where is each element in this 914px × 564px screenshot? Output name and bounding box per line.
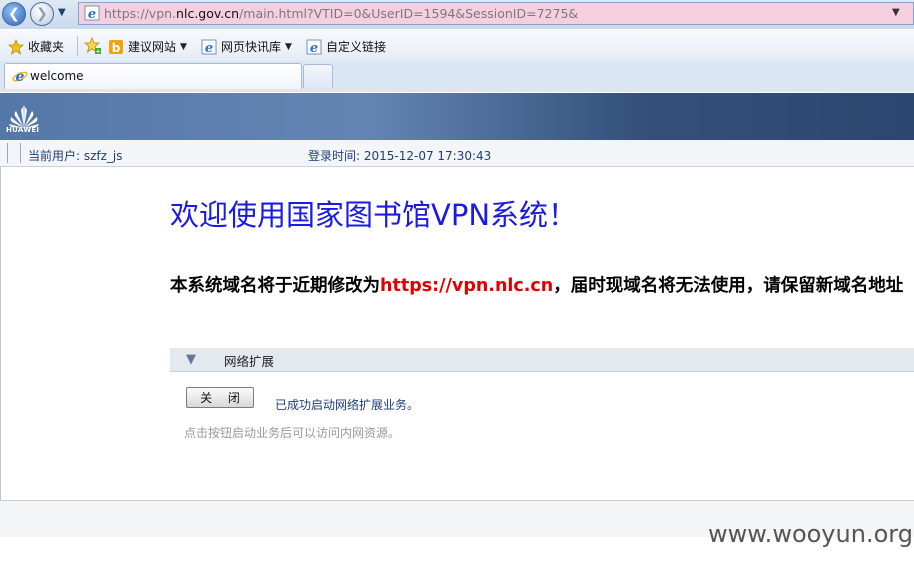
notice-text-end: ，届时现域名将无法使用，请保留新域名地址 <box>553 276 904 296</box>
add-favorite-icon[interactable]: + <box>84 37 102 55</box>
ie-page-icon: e <box>84 5 100 21</box>
ie-page-icon: e <box>306 39 322 55</box>
url-text[interactable]: https://vpn.nlc.gov.cn/main.html?VTID=0&… <box>104 6 578 21</box>
toolbar-divider <box>77 36 78 56</box>
forward-arrow-icon: ❯ <box>36 6 48 22</box>
content-border <box>0 167 1 537</box>
network-extension-header[interactable] <box>170 348 914 372</box>
fav-item-suggested-sites[interactable]: b 建议网站 ▼ <box>108 38 187 55</box>
new-tab-button[interactable] <box>303 64 333 88</box>
svg-text:e: e <box>310 41 318 55</box>
status-message: 已成功启动网络扩展业务。 <box>275 398 420 412</box>
current-user: 当前用户: szfz_js <box>28 149 123 163</box>
back-arrow-icon: ❮ <box>8 6 20 22</box>
fav-item-label: 网页快讯库 <box>221 40 282 54</box>
watermark-text: www.wooyun.org <box>708 520 913 548</box>
divider <box>7 143 8 163</box>
new-domain-text: https://vpn.nlc.cn <box>380 276 554 296</box>
hint-text: 点击按钮启动业务后可以访问内网资源。 <box>184 426 401 440</box>
svg-text:+: + <box>95 48 101 56</box>
chevron-down-icon: ▼ <box>180 41 187 52</box>
notice-text: 本系统域名将于近期修改为 <box>170 276 380 296</box>
divider <box>20 143 21 163</box>
fav-item-web-slice-gallery[interactable]: e 网页快讯库 ▼ <box>201 38 292 55</box>
svg-text:b: b <box>112 41 121 55</box>
ie-page-icon: e <box>201 39 217 55</box>
forward-button[interactable]: ❯ <box>30 2 54 26</box>
svg-text:e: e <box>16 69 25 84</box>
bing-icon: b <box>109 39 123 55</box>
favorites-label: 收藏夹 <box>28 40 65 54</box>
url-path: /main.html?VTID=0&UserID=1594&SessionID=… <box>239 6 579 21</box>
url-prefix: https://vpn. <box>104 6 177 21</box>
fav-item-custom-links[interactable]: e 自定义链接 <box>306 38 386 55</box>
network-extension-title: 网络扩展 <box>224 354 275 369</box>
login-time: 登录时间: 2015-12-07 17:30:43 <box>308 149 492 163</box>
header-banner <box>0 93 914 140</box>
star-icon <box>8 38 24 55</box>
close-button[interactable]: 关 闭 <box>186 387 254 408</box>
welcome-title: 欢迎使用国家图书馆VPN系统！ <box>170 198 578 232</box>
fav-item-label: 自定义链接 <box>326 40 387 54</box>
logo-text: HUAWEI <box>6 126 40 134</box>
recent-pages-dropdown-icon[interactable]: ▼ <box>58 7 66 18</box>
chevron-down-icon: ▼ <box>285 41 292 52</box>
url-host: nlc.gov.cn <box>176 6 240 21</box>
url-dropdown-icon[interactable]: ▼ <box>892 7 900 18</box>
svg-text:e: e <box>88 7 96 21</box>
tab-title: welcome <box>30 69 84 83</box>
back-button[interactable]: ❮ <box>2 2 26 26</box>
collapse-triangle-icon[interactable]: ▼ <box>186 352 196 367</box>
favorites-button[interactable]: 收藏夹 <box>8 38 64 55</box>
svg-text:e: e <box>205 41 213 55</box>
domain-change-notice: 本系统域名将于近期修改为https://vpn.nlc.cn，届时现域名将无法使… <box>170 272 903 297</box>
ie-logo-icon: e <box>12 69 28 84</box>
fav-item-label: 建议网站 <box>128 40 177 54</box>
